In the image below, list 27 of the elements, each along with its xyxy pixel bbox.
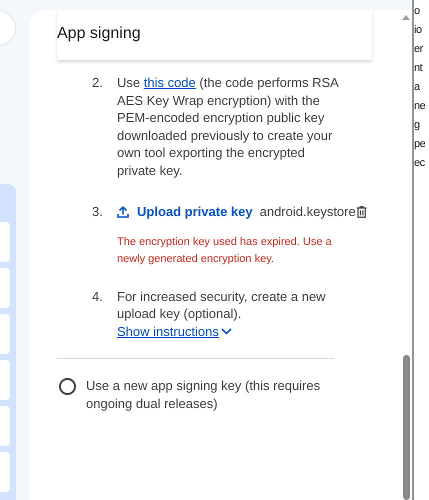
background-text: ne (414, 99, 426, 114)
code-link[interactable]: this code (144, 75, 196, 90)
background-text: pe (414, 137, 426, 152)
chevron-down-icon (220, 328, 232, 335)
option-label: Use a new app signing key (this requires ongoing dual releases) (86, 377, 322, 412)
radio-button[interactable] (59, 378, 76, 395)
step-text: Use this code (the code performs RSA AES Key Wrap encryption) with the PEM-encoded encryption public key downloaded previously to create your own tool exporting the encrypted private key. (117, 74, 340, 179)
background-text: ec (414, 156, 426, 171)
upload-icon (117, 206, 129, 218)
step-number: 4. (92, 288, 104, 305)
error-message: The encryption key used has expired. Use a newly generated encryption key. (117, 234, 333, 266)
delete-icon[interactable] (356, 204, 367, 220)
show-instructions-link[interactable]: Show instructions (117, 322, 337, 340)
background-text: io (414, 23, 423, 38)
dialog-title: App signing (57, 24, 142, 44)
scrollbar-thumb[interactable] (402, 355, 410, 500)
background-text: o (414, 4, 421, 19)
scroll-up-icon[interactable] (402, 14, 410, 20)
upload-button[interactable]: Upload private key (117, 202, 253, 222)
background-text: g (414, 118, 421, 133)
step-number: 2. (92, 74, 104, 92)
background-text: nt (414, 61, 424, 76)
background-text: a (414, 80, 422, 95)
background-text: er (414, 42, 424, 57)
file-name: android.keystore (260, 203, 356, 221)
step-text: For increased security, create a new upload key (optional). (117, 288, 327, 322)
step-number: 3. (92, 203, 104, 220)
